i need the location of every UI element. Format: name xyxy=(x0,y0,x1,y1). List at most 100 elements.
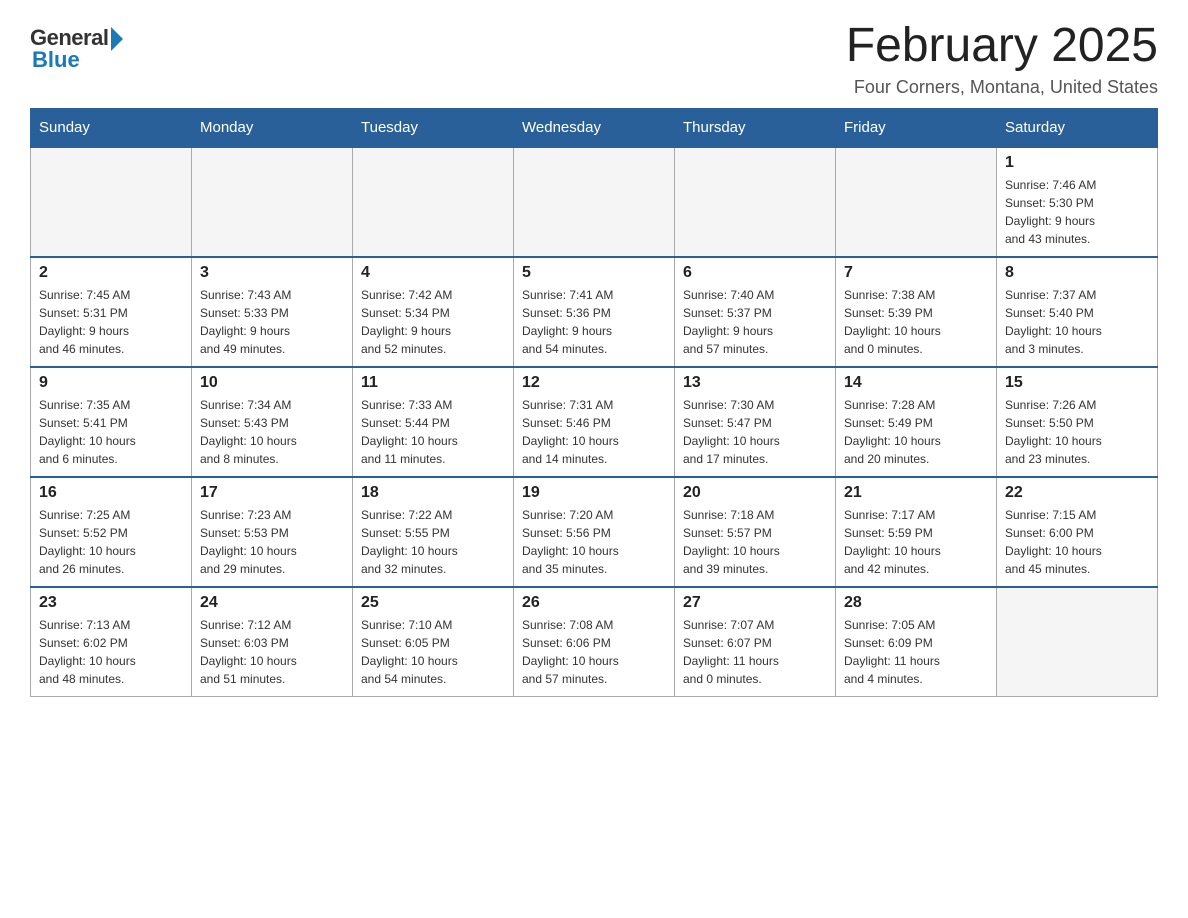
day-number: 24 xyxy=(200,594,344,612)
calendar-day: 11 Sunrise: 7:33 AMSunset: 5:44 PMDayligh… xyxy=(353,367,514,477)
calendar-day: 16 Sunrise: 7:25 AMSunset: 5:52 PMDayligh… xyxy=(31,477,192,587)
day-number: 8 xyxy=(1005,264,1149,282)
day-number: 16 xyxy=(39,484,183,502)
header-tuesday: Tuesday xyxy=(353,108,514,147)
calendar-week-row: 1 Sunrise: 7:46 AMSunset: 5:30 PMDaylight… xyxy=(31,147,1158,257)
day-number: 9 xyxy=(39,374,183,392)
calendar-day: 10 Sunrise: 7:34 AMSunset: 5:43 PMDayligh… xyxy=(192,367,353,477)
day-number: 21 xyxy=(844,484,988,502)
calendar-day: 23 Sunrise: 7:13 AMSunset: 6:02 PMDayligh… xyxy=(31,587,192,697)
calendar-day: 8 Sunrise: 7:37 AMSunset: 5:40 PMDaylight… xyxy=(997,257,1158,367)
day-number: 10 xyxy=(200,374,344,392)
calendar-day xyxy=(192,147,353,257)
calendar-day xyxy=(31,147,192,257)
day-info: Sunrise: 7:40 AMSunset: 5:37 PMDaylight:… xyxy=(683,286,827,358)
day-number: 17 xyxy=(200,484,344,502)
calendar-subtitle: Four Corners, Montana, United States xyxy=(846,77,1158,98)
day-number: 3 xyxy=(200,264,344,282)
day-info: Sunrise: 7:17 AMSunset: 5:59 PMDaylight:… xyxy=(844,506,988,578)
header-monday: Monday xyxy=(192,108,353,147)
day-number: 25 xyxy=(361,594,505,612)
calendar-day: 2 Sunrise: 7:45 AMSunset: 5:31 PMDaylight… xyxy=(31,257,192,367)
day-info: Sunrise: 7:35 AMSunset: 5:41 PMDaylight:… xyxy=(39,396,183,468)
day-info: Sunrise: 7:41 AMSunset: 5:36 PMDaylight:… xyxy=(522,286,666,358)
day-number: 27 xyxy=(683,594,827,612)
calendar-day: 22 Sunrise: 7:15 AMSunset: 6:00 PMDayligh… xyxy=(997,477,1158,587)
header-wednesday: Wednesday xyxy=(514,108,675,147)
day-info: Sunrise: 7:05 AMSunset: 6:09 PMDaylight:… xyxy=(844,616,988,688)
calendar-day: 13 Sunrise: 7:30 AMSunset: 5:47 PMDayligh… xyxy=(675,367,836,477)
calendar-day: 19 Sunrise: 7:20 AMSunset: 5:56 PMDayligh… xyxy=(514,477,675,587)
calendar-day: 1 Sunrise: 7:46 AMSunset: 5:30 PMDaylight… xyxy=(997,147,1158,257)
calendar-day xyxy=(353,147,514,257)
calendar-day: 18 Sunrise: 7:22 AMSunset: 5:55 PMDayligh… xyxy=(353,477,514,587)
calendar-day: 5 Sunrise: 7:41 AMSunset: 5:36 PMDaylight… xyxy=(514,257,675,367)
day-info: Sunrise: 7:07 AMSunset: 6:07 PMDaylight:… xyxy=(683,616,827,688)
calendar-day: 25 Sunrise: 7:10 AMSunset: 6:05 PMDayligh… xyxy=(353,587,514,697)
calendar-day: 12 Sunrise: 7:31 AMSunset: 5:46 PMDayligh… xyxy=(514,367,675,477)
day-info: Sunrise: 7:18 AMSunset: 5:57 PMDaylight:… xyxy=(683,506,827,578)
calendar-day: 14 Sunrise: 7:28 AMSunset: 5:49 PMDayligh… xyxy=(836,367,997,477)
calendar-day xyxy=(997,587,1158,697)
day-info: Sunrise: 7:34 AMSunset: 5:43 PMDaylight:… xyxy=(200,396,344,468)
calendar-day: 6Sunrise: 7:40 AMSunset: 5:37 PMDaylight… xyxy=(675,257,836,367)
calendar-day: 27 Sunrise: 7:07 AMSunset: 6:07 PMDayligh… xyxy=(675,587,836,697)
calendar-day: 7 Sunrise: 7:38 AMSunset: 5:39 PMDaylight… xyxy=(836,257,997,367)
day-info: Sunrise: 7:22 AMSunset: 5:55 PMDaylight:… xyxy=(361,506,505,578)
day-info: Sunrise: 7:42 AMSunset: 5:34 PMDaylight:… xyxy=(361,286,505,358)
calendar-day: 20 Sunrise: 7:18 AMSunset: 5:57 PMDayligh… xyxy=(675,477,836,587)
day-number: 5 xyxy=(522,264,666,282)
day-info: Sunrise: 7:10 AMSunset: 6:05 PMDaylight:… xyxy=(361,616,505,688)
day-number: 26 xyxy=(522,594,666,612)
calendar-week-row: 2 Sunrise: 7:45 AMSunset: 5:31 PMDaylight… xyxy=(31,257,1158,367)
day-number: 20 xyxy=(683,484,827,502)
day-info: Sunrise: 7:37 AMSunset: 5:40 PMDaylight:… xyxy=(1005,286,1149,358)
calendar-day: 17 Sunrise: 7:23 AMSunset: 5:53 PMDayligh… xyxy=(192,477,353,587)
calendar-table: Sunday Monday Tuesday Wednesday Thursday… xyxy=(30,108,1158,698)
day-number: 12 xyxy=(522,374,666,392)
day-info: Sunrise: 7:20 AMSunset: 5:56 PMDaylight:… xyxy=(522,506,666,578)
header-saturday: Saturday xyxy=(997,108,1158,147)
day-number: 14 xyxy=(844,374,988,392)
calendar-day: 28Sunrise: 7:05 AMSunset: 6:09 PMDayligh… xyxy=(836,587,997,697)
day-number: 7 xyxy=(844,264,988,282)
calendar-day: 21 Sunrise: 7:17 AMSunset: 5:59 PMDayligh… xyxy=(836,477,997,587)
day-number: 11 xyxy=(361,374,505,392)
day-number: 13 xyxy=(683,374,827,392)
day-info: Sunrise: 7:38 AMSunset: 5:39 PMDaylight:… xyxy=(844,286,988,358)
day-number: 22 xyxy=(1005,484,1149,502)
day-number: 18 xyxy=(361,484,505,502)
day-number: 15 xyxy=(1005,374,1149,392)
calendar-week-row: 9 Sunrise: 7:35 AMSunset: 5:41 PMDaylight… xyxy=(31,367,1158,477)
logo-triangle-icon xyxy=(111,27,123,51)
calendar-day xyxy=(836,147,997,257)
header-thursday: Thursday xyxy=(675,108,836,147)
page-header: General Blue February 2025 Four Corners,… xyxy=(30,20,1158,98)
day-info: Sunrise: 7:12 AMSunset: 6:03 PMDaylight:… xyxy=(200,616,344,688)
day-number: 4 xyxy=(361,264,505,282)
day-number: 23 xyxy=(39,594,183,612)
calendar-day xyxy=(514,147,675,257)
day-info: Sunrise: 7:46 AMSunset: 5:30 PMDaylight:… xyxy=(1005,176,1149,248)
day-info: Sunrise: 7:25 AMSunset: 5:52 PMDaylight:… xyxy=(39,506,183,578)
calendar-day xyxy=(675,147,836,257)
day-number: 2 xyxy=(39,264,183,282)
day-info: Sunrise: 7:28 AMSunset: 5:49 PMDaylight:… xyxy=(844,396,988,468)
calendar-day: 24 Sunrise: 7:12 AMSunset: 6:03 PMDayligh… xyxy=(192,587,353,697)
day-info: Sunrise: 7:23 AMSunset: 5:53 PMDaylight:… xyxy=(200,506,344,578)
day-info: Sunrise: 7:33 AMSunset: 5:44 PMDaylight:… xyxy=(361,396,505,468)
header-sunday: Sunday xyxy=(31,108,192,147)
day-info: Sunrise: 7:31 AMSunset: 5:46 PMDaylight:… xyxy=(522,396,666,468)
day-info: Sunrise: 7:45 AMSunset: 5:31 PMDaylight:… xyxy=(39,286,183,358)
day-info: Sunrise: 7:13 AMSunset: 6:02 PMDaylight:… xyxy=(39,616,183,688)
calendar-week-row: 16 Sunrise: 7:25 AMSunset: 5:52 PMDayligh… xyxy=(31,477,1158,587)
day-number: 19 xyxy=(522,484,666,502)
calendar-header-row: Sunday Monday Tuesday Wednesday Thursday… xyxy=(31,108,1158,147)
title-area: February 2025 Four Corners, Montana, Uni… xyxy=(846,20,1158,98)
day-info: Sunrise: 7:15 AMSunset: 6:00 PMDaylight:… xyxy=(1005,506,1149,578)
calendar-day: 9 Sunrise: 7:35 AMSunset: 5:41 PMDaylight… xyxy=(31,367,192,477)
day-info: Sunrise: 7:30 AMSunset: 5:47 PMDaylight:… xyxy=(683,396,827,468)
day-number: 1 xyxy=(1005,154,1149,172)
header-friday: Friday xyxy=(836,108,997,147)
calendar-week-row: 23 Sunrise: 7:13 AMSunset: 6:02 PMDayligh… xyxy=(31,587,1158,697)
